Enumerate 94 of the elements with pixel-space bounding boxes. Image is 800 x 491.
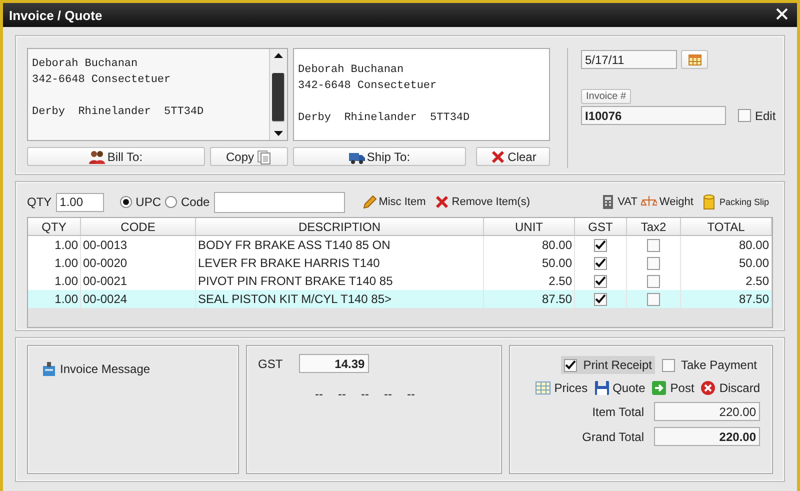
- edit-label: Edit: [755, 108, 776, 122]
- empty-tax-value: --: [361, 387, 369, 401]
- pencil-icon: [360, 194, 377, 210]
- tax-label: GST: [258, 356, 283, 370]
- empty-tax-value: --: [407, 387, 415, 401]
- checkbox[interactable]: [594, 274, 607, 288]
- table-cell: 2.50: [681, 272, 772, 290]
- people-icon: [89, 148, 106, 164]
- table-cell: 1.00: [28, 272, 81, 290]
- checkbox[interactable]: [647, 274, 660, 288]
- radio-label: UPC: [136, 195, 162, 209]
- invoice-number-button[interactable]: Invoice #: [581, 89, 632, 104]
- option-checkbox[interactable]: Print Receipt: [561, 356, 655, 374]
- action-button[interactable]: Quote: [594, 380, 646, 396]
- table-cell: PIVOT PIN FRONT BRAKE T140 85: [196, 272, 484, 290]
- option-checkbox[interactable]: Take Payment: [658, 356, 760, 374]
- column-header[interactable]: DESCRIPTION: [196, 218, 484, 236]
- table-cell: 80.00: [681, 236, 772, 254]
- check-mark-icon: [595, 294, 606, 304]
- check-mark-icon: [595, 276, 606, 286]
- column-header[interactable]: CODE: [81, 218, 196, 236]
- calendar-button[interactable]: [681, 50, 708, 69]
- check-mark-icon: [595, 258, 606, 268]
- empty-tax-value: --: [315, 387, 323, 401]
- checkbox[interactable]: [738, 109, 751, 122]
- table-cell: 1.00: [28, 236, 81, 254]
- checkbox[interactable]: [647, 238, 660, 252]
- table-cell: 00-0024: [81, 290, 196, 308]
- column-header[interactable]: GST: [575, 218, 627, 236]
- x-icon: [490, 148, 506, 164]
- empty-tax-value: --: [338, 387, 346, 401]
- checkbox[interactable]: [647, 256, 660, 270]
- table-cell: 1.00: [28, 290, 81, 308]
- action-button[interactable]: Discard: [700, 380, 760, 396]
- checkbox[interactable]: [647, 292, 660, 306]
- empty-tax-value: --: [384, 387, 392, 401]
- qty-label: QTY: [27, 195, 52, 209]
- table-cell: 50.00: [681, 254, 772, 272]
- table-cell: BODY FR BRAKE ASS T140 85 ON: [196, 236, 484, 254]
- table-cell: 00-0013: [81, 236, 196, 254]
- checkbox[interactable]: [594, 292, 607, 306]
- table-cell: 87.50: [681, 290, 772, 308]
- code-field[interactable]: [214, 192, 345, 212]
- toolbar-button[interactable]: Misc Item: [360, 194, 426, 210]
- toolbar-button[interactable]: Remove Item(s): [434, 194, 530, 210]
- column-header[interactable]: TOTAL: [681, 218, 772, 236]
- copy-icon: [256, 148, 272, 164]
- x-icon: [434, 194, 450, 210]
- toolbar-button[interactable]: VAT: [600, 194, 638, 210]
- table-cell: 87.50: [484, 290, 575, 308]
- table-cell: 2.50: [484, 272, 575, 290]
- column-header[interactable]: Tax2: [627, 218, 681, 236]
- action-button[interactable]: Post: [651, 380, 694, 396]
- action-button[interactable]: Prices: [535, 380, 588, 396]
- toolbar-button[interactable]: Weight: [641, 194, 694, 210]
- invoice-message-button[interactable]: Invoice Message: [41, 361, 150, 377]
- ship-to-field[interactable]: Deborah Buchanan 342-6648 Consectetuer Derby Rhinelander 5TT34D: [293, 48, 550, 141]
- column-header[interactable]: UNIT: [484, 218, 575, 236]
- column-header[interactable]: QTY: [28, 218, 81, 236]
- address-button[interactable]: Clear: [476, 147, 550, 166]
- calendar-icon: [686, 52, 702, 68]
- check-mark-icon: [565, 360, 576, 370]
- table-cell: 1.00: [28, 254, 81, 272]
- total-field: 220.00: [654, 427, 760, 446]
- tax-field: 14.39: [298, 354, 369, 373]
- address-button[interactable]: Ship To:: [293, 147, 466, 166]
- date-field[interactable]: 5/17/11: [581, 50, 677, 69]
- total-field: 220.00: [654, 402, 760, 421]
- address-button[interactable]: Bill To:: [27, 147, 205, 166]
- radio-button[interactable]: [165, 196, 178, 208]
- toolbar-button[interactable]: Packing Slip: [701, 194, 769, 210]
- address-button[interactable]: Copy: [210, 147, 288, 166]
- radio-label: Code: [181, 195, 210, 209]
- total-label: Item Total: [592, 404, 644, 418]
- table-cell: SEAL PISTON KIT M/CYL T140 85>: [196, 290, 484, 308]
- table-cell: 00-0020: [81, 254, 196, 272]
- table-cell: 80.00: [484, 236, 575, 254]
- box-icon: [701, 194, 718, 210]
- scrollbar[interactable]: [269, 49, 287, 140]
- table-cell: 00-0021: [81, 272, 196, 290]
- window-title: Invoice / Quote: [9, 8, 102, 22]
- invoice-number-field[interactable]: I10076: [581, 106, 726, 125]
- message-icon: [41, 361, 57, 377]
- bill-to-field[interactable]: Deborah Buchanan 342-6648 Consectetuer Derby Rhinelander 5TT34D: [27, 48, 288, 141]
- check-mark-icon: [595, 240, 606, 250]
- close-icon: [700, 380, 716, 396]
- radio-button[interactable]: [120, 196, 132, 208]
- table-cell: 50.00: [484, 254, 575, 272]
- total-label: Grand Total: [582, 430, 644, 444]
- table-cell: LEVER FR BRAKE HARRIS T140: [196, 254, 484, 272]
- checkbox[interactable]: [594, 256, 607, 270]
- table-icon: [535, 380, 552, 396]
- qty-field[interactable]: 1.00: [56, 192, 104, 212]
- checkbox[interactable]: [594, 238, 607, 252]
